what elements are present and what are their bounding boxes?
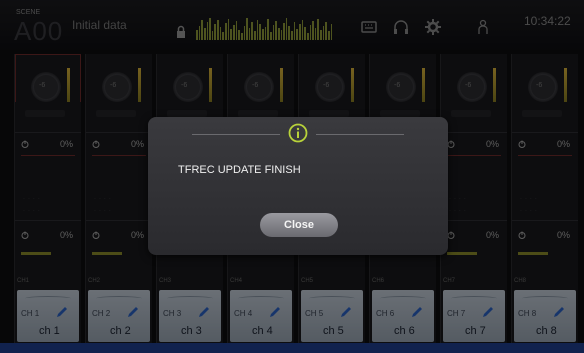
update-dialog: TFREC UPDATE FINISH Close — [148, 117, 448, 255]
dialog-divider-right — [316, 134, 404, 135]
close-button[interactable]: Close — [260, 213, 338, 237]
info-icon — [288, 123, 308, 143]
dialog-message: TFREC UPDATE FINISH — [178, 164, 301, 176]
dialog-divider-left — [192, 134, 280, 135]
